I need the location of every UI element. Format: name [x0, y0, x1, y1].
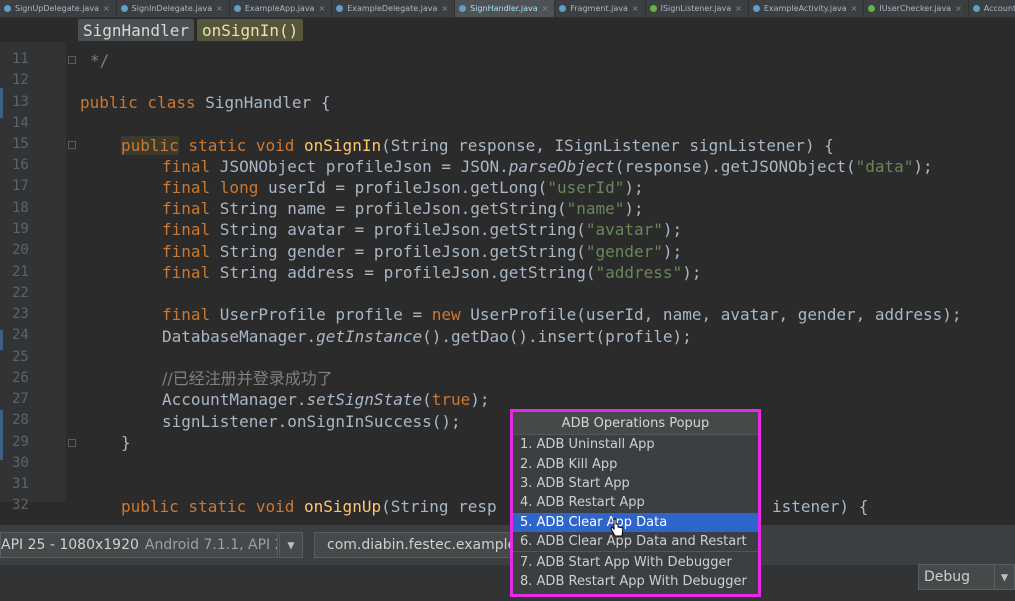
code-line-26: //已经注册并登录成功了 — [162, 369, 333, 388]
process-selector[interactable]: com.diabin.festec.example — [314, 532, 514, 558]
close-icon[interactable]: × — [851, 4, 858, 13]
editor-tab-bar: SignUpDelegate.java × SignInDelegate.java… — [0, 0, 1015, 18]
tab-fragment[interactable]: Fragment.java × — [555, 0, 646, 17]
change-marker — [0, 330, 3, 350]
line-number: 16 — [12, 157, 29, 173]
code-line-27: AccountManager.setSignState(true); — [162, 390, 490, 409]
line-number: 25 — [12, 349, 29, 365]
adb-start-app-item[interactable]: 3. ADB Start App — [513, 474, 758, 493]
tab-exampledelegate[interactable]: ExampleDelegate.java × — [332, 0, 456, 17]
adb-uninstall-app-item[interactable]: 1. ADB Uninstall App — [513, 435, 758, 454]
close-icon[interactable]: × — [216, 4, 223, 13]
change-marker — [0, 410, 3, 460]
breadcrumb: SignHandler onSignIn() — [78, 19, 304, 41]
breadcrumb-method[interactable]: onSignIn() — [196, 19, 304, 41]
code-line-32: public static void onSignUp(String resp — [121, 497, 497, 516]
tab-accountmanager[interactable]: AccountManager.java× — [969, 0, 1015, 17]
adb-restart-app-item[interactable]: 4. ADB Restart App — [513, 493, 758, 512]
adb-clear-app-data-item[interactable]: 5. ADB Clear App Data — [513, 512, 758, 532]
code-line-11: */ — [90, 51, 110, 70]
tab-isignlistener[interactable]: ISignListener.java × — [646, 0, 749, 17]
close-icon[interactable]: × — [441, 4, 448, 13]
line-number: 24 — [12, 327, 29, 343]
line-number: 21 — [12, 264, 29, 280]
close-icon[interactable]: × — [103, 4, 110, 13]
line-number: 27 — [12, 391, 29, 407]
line-number: 31 — [12, 476, 29, 492]
code-line-32-tail: istener) { — [772, 497, 869, 516]
code-line-21: final String address = profileJson.getSt… — [162, 263, 702, 282]
code-line-19: final String avatar = profileJson.getStr… — [162, 220, 683, 239]
line-number: 19 — [12, 221, 29, 237]
tab-signhandler[interactable]: SignHandler.java × — [455, 0, 556, 17]
popup-title: ADB Operations Popup — [513, 412, 758, 435]
hand-cursor-icon — [610, 518, 624, 537]
adb-restart-app-debugger-item[interactable]: 8. ADB Restart App With Debugger — [513, 572, 758, 591]
bottom-panel — [0, 565, 1015, 601]
java-class-icon — [120, 5, 128, 12]
code-line-13: public class SignHandler { — [80, 93, 331, 112]
tab-signupdelegate[interactable]: SignUpDelegate.java × — [0, 0, 117, 17]
java-class-icon — [752, 5, 760, 12]
adb-clear-app-data-restart-item[interactable]: 6. ADB Clear App Data and Restart — [513, 532, 758, 553]
adb-operations-popup: ADB Operations Popup 1. ADB Uninstall Ap… — [510, 409, 761, 597]
code-line-29: } — [121, 433, 131, 452]
close-icon[interactable]: × — [318, 4, 325, 13]
interface-icon — [868, 5, 876, 12]
line-number: 22 — [12, 285, 29, 301]
tab-iuserchecker[interactable]: IUserChecker.java × — [864, 0, 969, 17]
line-number: 15 — [12, 136, 29, 152]
build-variant-dropdown-icon[interactable]: ▼ — [994, 564, 1015, 590]
java-class-icon — [972, 5, 980, 12]
interface-icon — [649, 5, 657, 12]
line-number: 28 — [12, 412, 29, 428]
line-number: 32 — [12, 497, 29, 513]
java-class-icon — [459, 5, 467, 12]
java-class-icon — [559, 5, 567, 12]
line-number: 12 — [12, 72, 29, 88]
line-number: 26 — [12, 370, 29, 386]
fold-icon[interactable] — [68, 439, 76, 447]
fold-icon[interactable] — [68, 141, 76, 149]
line-number: 14 — [12, 115, 29, 131]
code-line-28: signListener.onSignInSuccess(); — [162, 412, 461, 431]
breadcrumb-class[interactable]: SignHandler — [78, 19, 194, 41]
adb-kill-app-item[interactable]: 2. ADB Kill App — [513, 454, 758, 473]
close-icon[interactable]: × — [632, 4, 639, 13]
line-number: 13 — [12, 94, 29, 110]
close-icon[interactable]: × — [542, 4, 549, 13]
fold-icon[interactable] — [68, 56, 76, 64]
close-icon[interactable]: × — [735, 4, 742, 13]
change-marker — [0, 88, 3, 118]
tab-exampleapp[interactable]: ExampleApp.java × — [230, 0, 333, 17]
close-icon[interactable]: × — [955, 4, 962, 13]
line-number: 11 — [12, 51, 29, 67]
line-number: 30 — [12, 455, 29, 471]
code-line-17: final long userId = profileJson.getLong(… — [162, 178, 644, 197]
device-dropdown-icon[interactable]: ▼ — [279, 532, 303, 558]
java-class-icon — [336, 5, 344, 12]
line-number: 17 — [12, 178, 29, 194]
line-number: 18 — [12, 200, 29, 216]
adb-start-app-debugger-item[interactable]: 7. ADB Start App With Debugger — [513, 552, 758, 571]
code-line-18: final String name = profileJson.getStrin… — [162, 199, 644, 218]
device-selector[interactable]: API 25 - 1080x1920 Android 7.1.1, API 25 — [0, 532, 278, 558]
line-number: 29 — [12, 434, 29, 450]
tab-signindelegate[interactable]: SignInDelegate.java × — [117, 0, 230, 17]
line-number: 20 — [12, 242, 29, 258]
line-number: 23 — [12, 306, 29, 322]
java-class-icon — [4, 5, 11, 12]
code-line-16: final JSONObject profileJson = JSON.pars… — [162, 157, 933, 176]
code-line-20: final String gender = profileJson.getStr… — [162, 242, 683, 261]
tab-exampleactivity[interactable]: ExampleActivity.java × — [749, 0, 865, 17]
java-class-icon — [233, 5, 241, 12]
build-variant-selector[interactable]: Debug — [918, 564, 998, 590]
code-line-23: final UserProfile profile = new UserProf… — [162, 305, 962, 324]
code-line-24: DatabaseManager.getInstance().getDao().i… — [162, 327, 692, 346]
code-line-15: public static void onSignIn(String respo… — [121, 136, 834, 155]
